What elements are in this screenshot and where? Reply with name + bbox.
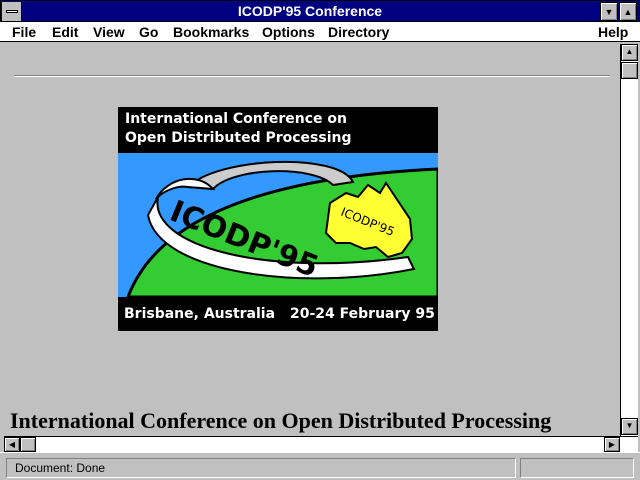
arrow-up-icon: ▲: [625, 47, 634, 56]
vertical-scrollbar[interactable]: ▲ ▼: [620, 44, 638, 436]
menu-edit[interactable]: Edit: [52, 23, 78, 41]
icodp-logo-image[interactable]: ICODP'95 ICODP'95 International Conferen…: [118, 107, 438, 331]
logo-line-1: International Conference on: [125, 111, 347, 127]
system-menu-button[interactable]: [2, 2, 22, 21]
scroll-down-button[interactable]: ▼: [621, 418, 638, 435]
menu-file[interactable]: File: [12, 23, 36, 41]
window-title: ICODP'95 Conference: [237, 3, 383, 19]
menu-options[interactable]: Options: [262, 23, 315, 41]
menu-directory[interactable]: Directory: [328, 23, 389, 41]
menu-view[interactable]: View: [93, 23, 125, 41]
arrow-down-icon: ▼: [625, 421, 634, 430]
scroll-right-button[interactable]: ▶: [604, 437, 620, 452]
status-text: Document: Done: [6, 458, 516, 478]
arrow-right-icon: ▶: [608, 440, 616, 449]
page-heading: International Conference on Open Distrib…: [10, 408, 552, 433]
vertical-scroll-thumb[interactable]: [621, 62, 638, 79]
status-bar: Document: Done: [0, 452, 640, 480]
logo-line-2: Open Distributed Processing: [125, 130, 352, 146]
scroll-up-button[interactable]: ▲: [621, 44, 638, 61]
minus-bar-icon: [6, 10, 18, 13]
logo-dates: 20-24 February 95: [290, 306, 435, 322]
horizontal-scrollbar[interactable]: ◀ ▶: [4, 436, 638, 452]
title-bar[interactable]: ICODP'95 Conference ▼ ▲: [0, 0, 640, 22]
menu-help[interactable]: Help: [598, 23, 628, 41]
triangle-down-icon: ▼: [604, 7, 614, 17]
progress-indicator: [520, 458, 634, 478]
horizontal-rule: [14, 75, 610, 77]
menu-go[interactable]: Go: [139, 23, 158, 41]
triangle-up-icon: ▲: [623, 7, 633, 17]
maximize-button[interactable]: ▲: [619, 2, 637, 21]
horizontal-scroll-thumb[interactable]: [20, 437, 36, 452]
arrow-left-icon: ◀: [8, 440, 16, 449]
menu-bookmarks[interactable]: Bookmarks: [173, 23, 249, 41]
logo-location: Brisbane, Australia: [124, 306, 276, 322]
menu-bar: File Edit View Go Bookmarks Options Dire…: [0, 22, 640, 42]
minimize-button[interactable]: ▼: [600, 2, 618, 21]
document-view: ICODP'95 ICODP'95 International Conferen…: [4, 44, 618, 434]
scroll-left-button[interactable]: ◀: [4, 437, 20, 452]
